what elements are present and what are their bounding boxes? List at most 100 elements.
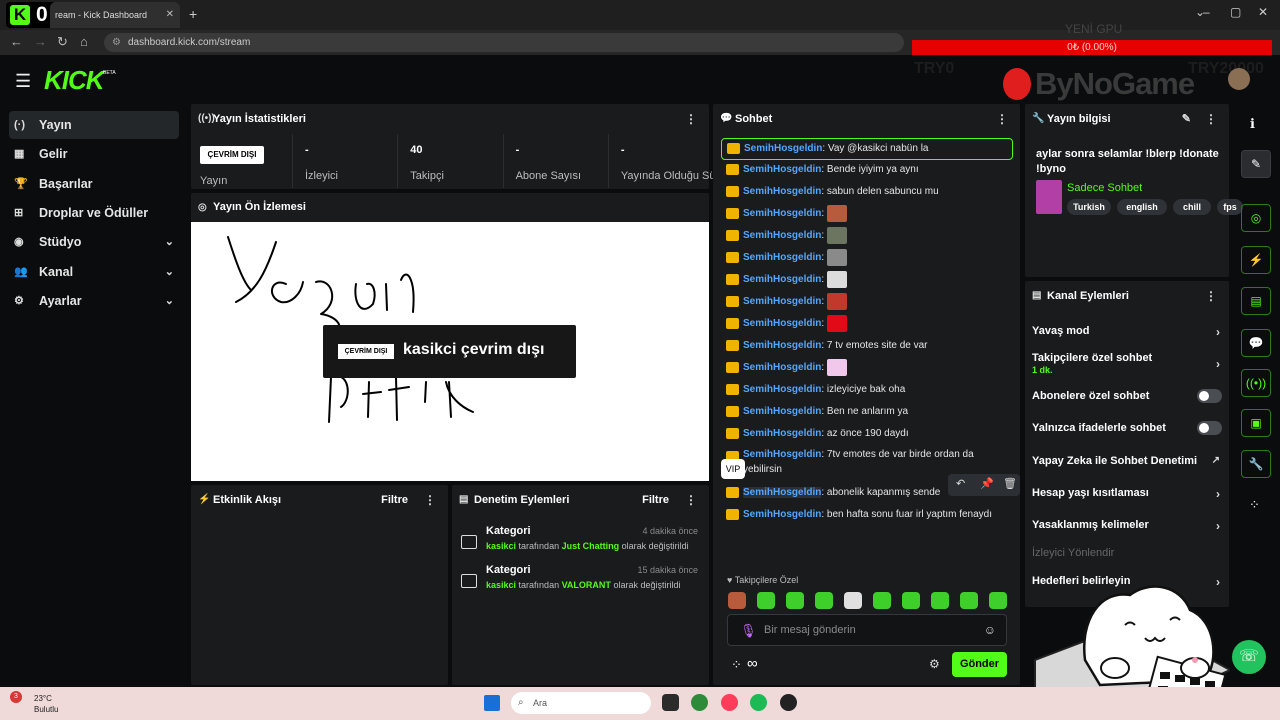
emote-icon[interactable] — [757, 592, 775, 609]
chat-settings-icon[interactable]: ⚙ — [929, 657, 940, 671]
sidebar-item-2[interactable]: 🏆 Başarılar — [9, 170, 179, 198]
reload-icon[interactable]: ↻ — [57, 34, 68, 50]
maximize-icon[interactable]: ▢ — [1230, 5, 1241, 19]
chat-username[interactable]: SemihHosgeldin — [743, 384, 821, 395]
more-options-icon[interactable]: ⋮ — [1205, 281, 1217, 311]
emote-icon[interactable] — [873, 592, 891, 609]
more-options-icon[interactable]: ⋮ — [424, 485, 436, 515]
support-icon[interactable]: ☏ — [1232, 640, 1266, 674]
moderation-target[interactable]: Just Chatting — [562, 541, 620, 551]
stream-tag[interactable]: chill — [1173, 199, 1211, 215]
site-info-icon[interactable]: ⚙ — [112, 33, 121, 52]
browser-tab[interactable]: ream - Kick Dashboard ✕ — [50, 2, 180, 28]
chat-username[interactable]: SemihHosgeldin — [743, 274, 821, 285]
preview-icon[interactable]: ◎ — [1241, 204, 1271, 232]
chat-message[interactable]: SemihHosgeldin: Bende iyiyim ya aynı — [721, 160, 1013, 182]
chevron-down-icon[interactable]: ⌄ — [165, 228, 174, 256]
chat-username[interactable]: SemihHosgeldin — [743, 428, 821, 439]
emote-icon[interactable] — [902, 592, 920, 609]
chevron-down-icon[interactable]: ⌄ — [165, 258, 174, 286]
forward-icon[interactable]: → — [34, 34, 47, 49]
chat-message[interactable]: SemihHosgeldin: — [721, 248, 1013, 270]
sidebar-item-0[interactable]: (·) Yayın — [9, 111, 179, 139]
channel-action-2[interactable]: Abonelere özel sohbet — [1032, 389, 1222, 410]
start-icon[interactable] — [484, 695, 500, 711]
menu-icon[interactable]: ☰ — [15, 71, 31, 92]
chevron-down-icon[interactable]: ⌄ — [165, 287, 174, 315]
url-field[interactable]: ⚙ dashboard.kick.com/stream — [104, 33, 904, 52]
layout-icon[interactable]: ▣ — [1241, 409, 1271, 437]
pin-icon[interactable]: 📌 — [980, 477, 994, 490]
chat-message[interactable]: SemihHosgeldin: — [721, 270, 1013, 292]
chat-username[interactable]: SemihHosgeldin — [744, 143, 822, 154]
chevron-right-icon[interactable]: › — [1216, 519, 1220, 533]
moderation-target[interactable]: VALORANT — [562, 580, 611, 590]
more-options-icon[interactable]: ⋮ — [1205, 104, 1217, 134]
emote-icon[interactable] — [728, 592, 746, 609]
emoji-icon[interactable]: ☺ — [984, 623, 996, 637]
close-window-icon[interactable]: ✕ — [1258, 5, 1268, 19]
chat-message[interactable]: SemihHosgeldin: ben hafta sonu fuar irl … — [721, 505, 1013, 527]
lightning-icon[interactable]: ⚡ — [1241, 246, 1271, 274]
category-thumbnail[interactable] — [1036, 180, 1062, 214]
chat-message[interactable]: SemihHosgeldin: az önce 190 daydı — [721, 424, 1013, 446]
stream-tag[interactable]: english — [1117, 199, 1167, 215]
minimize-icon[interactable]: – — [1203, 5, 1210, 19]
sidebar-item-1[interactable]: ▦ Gelir — [9, 140, 179, 168]
microphone-icon[interactable]: 🎙 — [740, 623, 757, 639]
users-icon[interactable]: ⁘ — [731, 657, 742, 673]
chat-username[interactable]: SemihHosgeldin — [743, 296, 821, 307]
more-options-icon[interactable]: ⋮ — [996, 104, 1008, 134]
new-tab-icon[interactable]: + — [189, 6, 197, 22]
opera-icon[interactable] — [721, 694, 738, 711]
chevron-right-icon[interactable]: › — [1216, 357, 1220, 371]
moderation-filter-button[interactable]: Filtre — [642, 485, 669, 515]
chat-username[interactable]: SemihHosgeldin — [743, 252, 821, 263]
toggle-switch[interactable] — [1197, 389, 1222, 403]
more-options-icon[interactable]: ⋮ — [685, 104, 697, 134]
external-link-icon[interactable]: ↗ — [1212, 455, 1220, 466]
spotify-icon[interactable] — [750, 694, 767, 711]
channel-action-5[interactable]: Hesap yaşı kısıtlaması › — [1032, 487, 1222, 507]
category-link[interactable]: Sadece Sohbet — [1067, 182, 1142, 194]
sidebar-item-3[interactable]: ⊞ Droplar ve Ödüller — [9, 199, 179, 227]
chat-username[interactable]: SemihHosgeldin — [743, 164, 821, 175]
emote-icon[interactable] — [815, 592, 833, 609]
sidebar-item-5[interactable]: 👥 Kanal ⌄ — [9, 258, 179, 286]
chat-message[interactable]: SemihHosgeldin: — [721, 292, 1013, 314]
info-icon[interactable]: ℹ — [1250, 116, 1255, 132]
chat-message[interactable]: SemihHosgeldin: izleyiciye bak oha — [721, 380, 1013, 402]
chat-icon[interactable]: 💬 — [1241, 329, 1271, 357]
chat-message[interactable]: SemihHosgeldin: — [721, 204, 1013, 226]
chat-message[interactable]: SemihHosgeldin: Vay @kasikci nabün la — [721, 138, 1013, 160]
moderation-user[interactable]: kasikci — [486, 541, 516, 551]
chat-username[interactable]: SemihHosgeldin — [743, 318, 821, 329]
kick-logo[interactable]: KICK — [44, 65, 105, 96]
broadcast-icon[interactable]: ((•)) — [1241, 369, 1271, 397]
emote-icon[interactable] — [844, 592, 862, 609]
chat-username[interactable]: SemihHosgeldin — [743, 406, 821, 417]
avatar[interactable] — [1228, 68, 1250, 90]
close-tab-icon[interactable]: ✕ — [166, 2, 174, 28]
toggle-switch[interactable] — [1197, 421, 1222, 435]
edit-icon[interactable]: ✎ — [1182, 104, 1191, 134]
emote-icon[interactable] — [960, 592, 978, 609]
emote-icon[interactable] — [931, 592, 949, 609]
edit-icon[interactable]: ✎ — [1241, 150, 1271, 178]
chat-username[interactable]: SemihHosgeldin — [743, 487, 822, 498]
chat-username[interactable]: SemihHosgeldin — [743, 362, 821, 373]
chat-username[interactable]: SemihHosgeldin — [743, 340, 821, 351]
more-options-icon[interactable]: ⋮ — [685, 485, 697, 515]
taskview-icon[interactable] — [662, 694, 679, 711]
chevron-right-icon[interactable]: › — [1216, 325, 1220, 339]
chat-message[interactable]: SemihHosgeldin: — [721, 358, 1013, 380]
chat-username[interactable]: SemihHosgeldin — [743, 449, 821, 460]
chat-message[interactable]: SemihHosgeldin: 7 tv emotes site de var — [721, 336, 1013, 358]
channel-action-1[interactable]: Takipçilere özel sohbet 1 dk. › — [1032, 352, 1222, 375]
sidebar-item-6[interactable]: ⚙ Ayarlar ⌄ — [9, 287, 179, 315]
chat-username[interactable]: SemihHosgeldin — [743, 186, 821, 197]
emote-icon[interactable] — [786, 592, 804, 609]
chat-username[interactable]: SemihHosgeldin — [743, 509, 821, 520]
chrome-icon[interactable] — [691, 694, 708, 711]
send-button[interactable]: Gönder — [952, 652, 1007, 677]
